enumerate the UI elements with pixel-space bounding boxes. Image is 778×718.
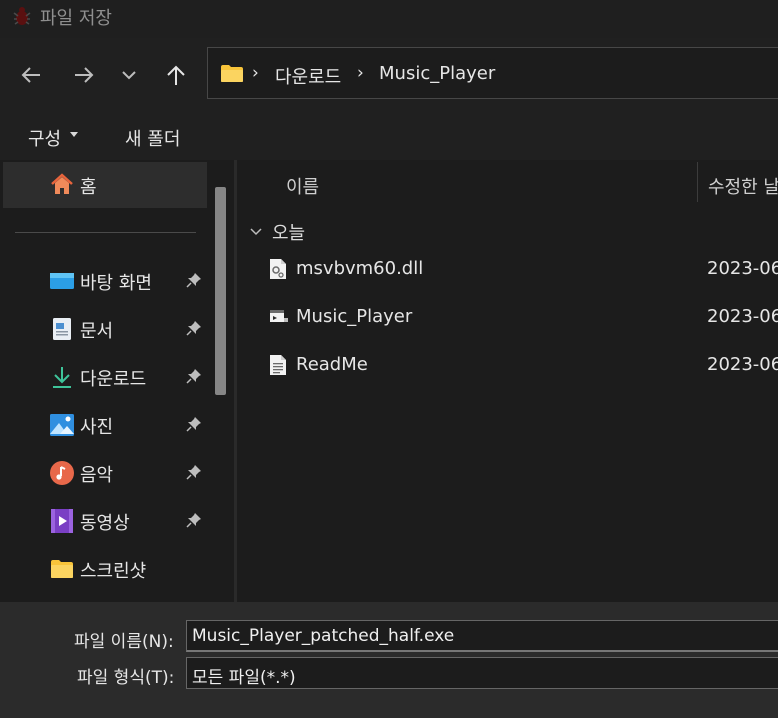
- breadcrumb-chevron-icon: ›: [252, 63, 259, 83]
- pin-icon[interactable]: [186, 512, 202, 533]
- up-button[interactable]: [161, 60, 191, 90]
- file-row[interactable]: ReadMe 2023-06-: [237, 346, 778, 392]
- arrow-left-icon: [21, 67, 40, 83]
- breadcrumb-item-music-player[interactable]: Music_Player: [379, 63, 495, 84]
- back-button[interactable]: [16, 60, 46, 90]
- sidebar-item-label: 스크린샷: [80, 561, 147, 582]
- music-icon: [50, 461, 74, 485]
- text-file-icon: [269, 354, 287, 381]
- arrow-up-icon: [167, 65, 185, 85]
- document-icon: [50, 317, 74, 341]
- folder-icon: [220, 64, 244, 88]
- forward-button[interactable]: [69, 60, 99, 90]
- filetype-value: 모든 파일(*.*): [192, 668, 296, 688]
- pin-icon[interactable]: [186, 368, 202, 389]
- pin-icon[interactable]: [186, 416, 202, 437]
- download-icon: [50, 365, 74, 389]
- arrow-right-icon: [75, 67, 94, 83]
- sidebar-item-label: 문서: [80, 321, 114, 342]
- picture-icon: [50, 413, 74, 437]
- organize-menu-button[interactable]: 구성: [28, 125, 61, 151]
- sidebar-item-home[interactable]: [3, 162, 207, 208]
- command-bar: [0, 112, 778, 160]
- sidebar-item-documents[interactable]: 문서: [0, 306, 212, 354]
- caret-down-icon: [70, 132, 78, 137]
- breadcrumb-item-downloads[interactable]: 다운로드: [275, 63, 341, 89]
- sidebar-item-music[interactable]: 음악: [0, 450, 212, 498]
- sidebar-item-label: 홈: [80, 177, 97, 198]
- app-icon: [10, 5, 34, 27]
- file-date: 2023-06-: [707, 258, 778, 279]
- chevron-down-icon: [122, 71, 136, 80]
- exe-file-icon: [269, 306, 289, 331]
- sidebar-scrollbar-thumb[interactable]: [215, 187, 226, 395]
- filename-label: 파일 이름(N):: [74, 632, 174, 652]
- file-row[interactable]: msvbvm60.dll 2023-06-: [237, 250, 778, 296]
- sidebar-divider: [15, 232, 196, 233]
- new-folder-button[interactable]: 새 폴더: [125, 125, 180, 151]
- column-header-name[interactable]: 이름: [286, 173, 319, 199]
- recent-locations-button[interactable]: [114, 60, 144, 90]
- sidebar-item-desktop[interactable]: 바탕 화면: [0, 258, 212, 306]
- desktop-icon: [50, 269, 74, 293]
- column-header-date-modified[interactable]: 수정한 날: [708, 173, 778, 199]
- pin-icon[interactable]: [186, 320, 202, 341]
- folder-icon: [50, 557, 74, 581]
- video-icon: [50, 509, 74, 533]
- window-title: 파일 저장: [40, 8, 112, 29]
- sidebar-item-label: 사진: [80, 417, 114, 438]
- pin-icon[interactable]: [186, 272, 202, 293]
- sidebar-item-downloads[interactable]: 다운로드: [0, 354, 212, 402]
- filetype-label: 파일 형식(T):: [77, 668, 175, 688]
- filename-input[interactable]: Music_Player_patched_half.exe: [186, 620, 778, 652]
- sidebar-item-label: 다운로드: [80, 369, 147, 390]
- file-name: ReadMe: [296, 354, 368, 375]
- file-name: Music_Player: [296, 306, 413, 327]
- filename-value: Music_Player_patched_half.exe: [192, 626, 455, 646]
- sidebar-item-label: 음악: [80, 465, 114, 486]
- column-divider[interactable]: [697, 162, 698, 202]
- filetype-select[interactable]: 모든 파일(*.*): [186, 657, 778, 689]
- sidebar-item-screenshots[interactable]: 스크린샷: [0, 546, 212, 594]
- home-icon: [50, 173, 74, 200]
- title-bar: [0, 0, 778, 38]
- sidebar-item-label: 동영상: [80, 513, 130, 534]
- file-date: 2023-06-: [707, 354, 778, 375]
- sidebar-item-label: 바탕 화면: [80, 273, 152, 294]
- file-name: msvbvm60.dll: [296, 258, 424, 279]
- file-row[interactable]: Music_Player 2023-06-: [237, 298, 778, 344]
- group-header-today[interactable]: 오늘: [272, 219, 305, 245]
- pin-icon[interactable]: [186, 464, 202, 485]
- chevron-down-icon[interactable]: [250, 222, 262, 242]
- sidebar-item-videos[interactable]: 동영상: [0, 498, 212, 546]
- dll-file-icon: [269, 258, 287, 285]
- sidebar-item-pictures[interactable]: 사진: [0, 402, 212, 450]
- breadcrumb-chevron-icon: ›: [357, 63, 364, 83]
- file-date: 2023-06-: [707, 306, 778, 327]
